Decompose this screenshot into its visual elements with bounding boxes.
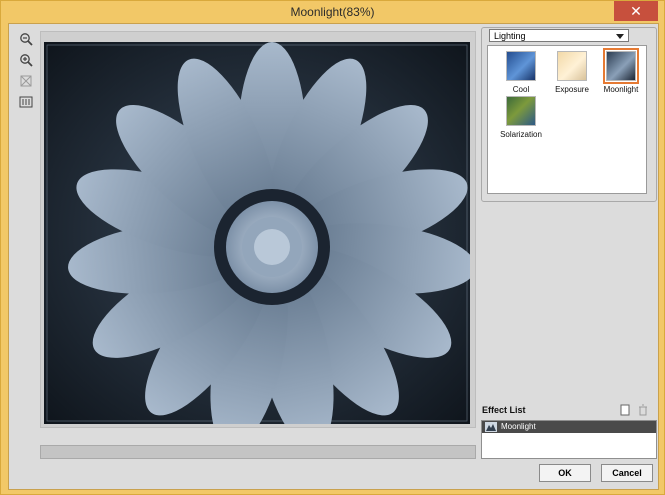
zoom-in-icon [20, 54, 33, 67]
effect-list-title: Effect List [482, 405, 526, 415]
effects-gallery: Cool Exposure Moonlight Solarization [487, 45, 647, 194]
solarization-thumbnail [506, 96, 536, 126]
effect-label: Moonlight [603, 85, 639, 94]
effect-solarization[interactable]: Solarization [496, 94, 546, 139]
effect-moonlight[interactable]: Moonlight [596, 48, 646, 94]
preview-canvas[interactable] [40, 31, 476, 428]
title-bar[interactable]: Moonlight(83%) ✕ [1, 1, 664, 23]
zoom-out-icon [20, 33, 33, 46]
effect-label: Cool [512, 85, 530, 94]
cancel-button[interactable]: Cancel [601, 464, 653, 482]
ok-button[interactable]: OK [539, 464, 591, 482]
dialog-content: Lighting Cool Exposure Moonlight Solariz… [8, 23, 659, 490]
effect-exposure[interactable]: Exposure [547, 49, 597, 94]
actual-size-icon [19, 96, 33, 108]
effect-label: Solarization [500, 130, 542, 139]
cool-thumbnail [506, 51, 536, 81]
chevron-down-icon [616, 34, 624, 39]
window-title: Moonlight(83%) [290, 5, 375, 19]
lighting-dropdown-value: Lighting [494, 31, 526, 41]
fit-to-window-button[interactable] [17, 72, 35, 90]
exposure-thumbnail [557, 51, 587, 81]
dialog-window: Moonlight(83%) ✕ Lighting Cool Exposure … [0, 0, 665, 495]
zoom-out-button[interactable] [17, 30, 35, 48]
effect-list: Moonlight [481, 420, 657, 459]
effect-label: Exposure [555, 85, 589, 94]
effect-list-item[interactable]: Moonlight [482, 421, 656, 433]
effect-list-item-label: Moonlight [501, 422, 536, 431]
close-button[interactable]: ✕ [614, 1, 658, 21]
actual-size-button[interactable] [17, 93, 35, 111]
moonlight-thumbnail [603, 48, 639, 84]
progress-bar [40, 445, 476, 459]
moonlight-icon [485, 422, 497, 436]
flower-photo [44, 42, 470, 424]
trash-icon[interactable] [637, 404, 649, 416]
new-effect-icon[interactable] [619, 404, 631, 416]
effect-cool[interactable]: Cool [496, 49, 546, 94]
fit-to-window-icon [20, 75, 32, 87]
flower-image [44, 42, 470, 424]
zoom-in-button[interactable] [17, 51, 35, 69]
lighting-dropdown[interactable]: Lighting [489, 29, 629, 42]
